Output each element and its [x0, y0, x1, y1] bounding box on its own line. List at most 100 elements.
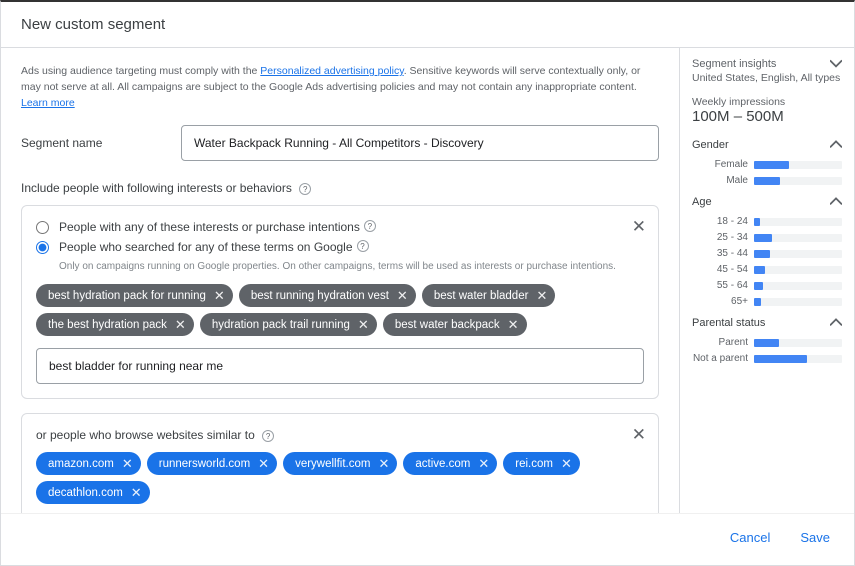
chevron-up-icon[interactable]: [830, 317, 842, 329]
website-chip: decathlon.com ✕: [36, 481, 150, 504]
bar-fill: [754, 234, 772, 242]
close-icon[interactable]: ✕: [632, 218, 646, 235]
bar-row: 45 - 54: [692, 264, 842, 275]
close-icon[interactable]: ✕: [478, 457, 489, 470]
help-icon[interactable]: ?: [262, 430, 274, 442]
website-chips: amazon.com✕runnersworld.com✕verywellfit.…: [36, 452, 644, 504]
dialog-title: New custom segment: [1, 2, 854, 48]
insights-title: Segment insights: [692, 58, 776, 70]
chip-label: best water backpack: [395, 319, 500, 331]
disclaimer-text-1: Ads using audience targeting must comply…: [21, 65, 260, 77]
bar-fill: [754, 177, 780, 185]
bar-label: Female: [692, 159, 748, 170]
bar-track: [754, 355, 842, 363]
parental-rows: Parent Not a parent: [692, 337, 842, 364]
chip-label: decathlon.com: [48, 487, 123, 499]
bar-label: 55 - 64: [692, 280, 748, 291]
chip-label: rei.com: [515, 458, 553, 470]
cancel-button[interactable]: Cancel: [726, 524, 774, 551]
chevron-up-icon[interactable]: [830, 139, 842, 151]
bar-label: Not a parent: [692, 353, 748, 364]
close-icon[interactable]: ✕: [508, 318, 519, 331]
radio-interests-input[interactable]: [36, 221, 49, 234]
bar-track: [754, 250, 842, 258]
segment-name-label: Segment name: [21, 136, 181, 150]
bar-track: [754, 234, 842, 242]
bar-label: 65+: [692, 296, 748, 307]
radio-interests[interactable]: People with any of these interests or pu…: [36, 220, 644, 234]
bar-row: 18 - 24: [692, 216, 842, 227]
segment-name-input[interactable]: [181, 125, 659, 161]
chip-label: the best hydration pack: [48, 319, 167, 331]
chip-label: best hydration pack for running: [48, 290, 206, 302]
chip-label: best running hydration vest: [251, 290, 389, 302]
learn-more-link[interactable]: Learn more: [21, 97, 75, 109]
bar-fill: [754, 218, 760, 226]
chip-label: active.com: [415, 458, 470, 470]
close-icon[interactable]: ✕: [258, 457, 269, 470]
chevron-down-icon[interactable]: [830, 58, 842, 70]
search-term-chip: best water bladder ✕: [422, 284, 556, 307]
radio-searched-sub: Only on campaigns running on Google prop…: [59, 260, 644, 274]
close-icon[interactable]: ✕: [378, 457, 389, 470]
websites-label: or people who browse websites similar to…: [36, 428, 644, 442]
bar-fill: [754, 298, 761, 306]
bar-row: 65+: [692, 296, 842, 307]
bar-track: [754, 177, 842, 185]
segment-name-row: Segment name: [21, 125, 659, 161]
close-icon[interactable]: ✕: [214, 289, 225, 302]
website-chip: active.com ✕: [403, 452, 497, 475]
close-icon[interactable]: ✕: [131, 486, 142, 499]
bar-row: Not a parent: [692, 353, 842, 364]
age-rows: 18 - 2425 - 3435 - 4445 - 5455 - 6465+: [692, 216, 842, 307]
bar-fill: [754, 250, 770, 258]
website-chip: verywellfit.com ✕: [283, 452, 397, 475]
chip-label: verywellfit.com: [295, 458, 370, 470]
parental-title: Parental status: [692, 317, 765, 329]
close-icon[interactable]: ✕: [632, 426, 646, 443]
bar-track: [754, 161, 842, 169]
gender-rows: Female Male: [692, 159, 842, 186]
close-icon[interactable]: ✕: [397, 289, 408, 302]
search-term-chip: hydration pack trail running ✕: [200, 313, 377, 336]
impressions-label: Weekly impressions: [692, 96, 842, 108]
bar-row: Female: [692, 159, 842, 170]
help-icon[interactable]: ?: [299, 183, 311, 195]
age-title: Age: [692, 196, 712, 208]
close-icon[interactable]: ✕: [561, 457, 572, 470]
chip-label: best water bladder: [434, 290, 529, 302]
close-icon[interactable]: ✕: [122, 457, 133, 470]
bar-label: 25 - 34: [692, 232, 748, 243]
dialog-footer: Cancel Save: [1, 513, 854, 565]
bar-row: 55 - 64: [692, 280, 842, 291]
bar-label: Male: [692, 175, 748, 186]
save-button[interactable]: Save: [796, 524, 834, 551]
close-icon[interactable]: ✕: [536, 289, 547, 302]
help-icon[interactable]: ?: [357, 240, 369, 252]
bar-label: Parent: [692, 337, 748, 348]
bar-fill: [754, 339, 779, 347]
bar-track: [754, 266, 842, 274]
close-icon[interactable]: ✕: [358, 318, 369, 331]
website-chip: runnersworld.com✕: [147, 452, 277, 475]
bar-track: [754, 282, 842, 290]
radio-searched-input[interactable]: [36, 241, 49, 254]
chip-label: hydration pack trail running: [212, 319, 350, 331]
close-icon[interactable]: ✕: [175, 318, 186, 331]
help-icon[interactable]: ?: [364, 220, 376, 232]
search-term-chip: the best hydration pack ✕: [36, 313, 194, 336]
gender-title: Gender: [692, 139, 729, 151]
radio-searched[interactable]: People who searched for any of these ter…: [36, 240, 644, 254]
chevron-up-icon[interactable]: [830, 196, 842, 208]
dialog-content: Ads using audience targeting must comply…: [1, 48, 854, 513]
bar-row: 25 - 34: [692, 232, 842, 243]
bar-track: [754, 298, 842, 306]
personalized-advertising-link[interactable]: Personalized advertising policy: [260, 65, 403, 77]
bar-fill: [754, 355, 807, 363]
search-terms-card: ✕ People with any of these interests or …: [21, 205, 659, 399]
search-term-input[interactable]: [36, 348, 644, 384]
bar-fill: [754, 161, 789, 169]
insights-subtitle: United States, English, All types: [692, 72, 842, 84]
disclaimer: Ads using audience targeting must comply…: [21, 64, 659, 111]
dialog-new-custom-segment: New custom segment Ads using audience ta…: [0, 0, 855, 566]
